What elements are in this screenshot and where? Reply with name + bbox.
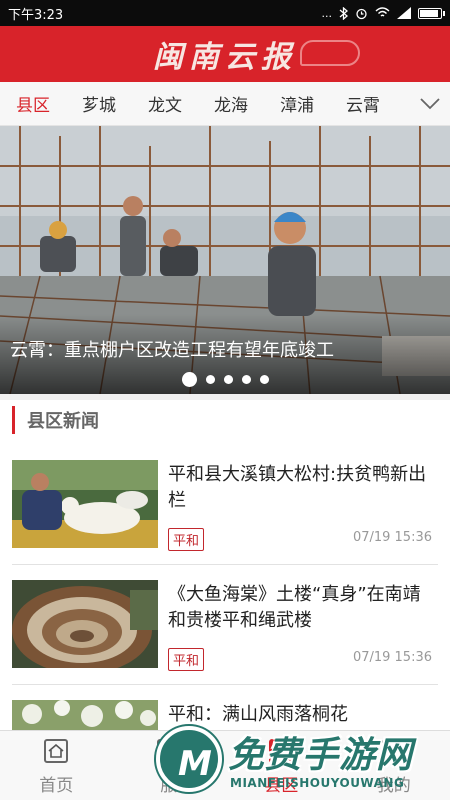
carousel-dot[interactable] <box>259 375 269 384</box>
channel-tabs: 县区 芗城 龙文 龙海 漳浦 云霄 <box>0 82 450 126</box>
signal-icon <box>397 7 411 19</box>
carousel-dot[interactable] <box>205 375 215 384</box>
carousel-dot[interactable] <box>223 375 233 384</box>
cloud-ornament-icon <box>300 40 360 66</box>
news-tag[interactable]: 平和 <box>168 528 205 551</box>
home-icon <box>44 739 69 763</box>
watermark-logo-letter: M <box>178 744 212 784</box>
status-time: 下午3:23 <box>8 7 64 23</box>
news-tag[interactable]: 平和 <box>168 648 205 671</box>
watermark-subtext: MIANFEISHOUYOUWANG <box>230 776 405 790</box>
list-divider <box>12 684 438 685</box>
watermark-text: 免费手游网 <box>228 735 414 776</box>
tab-longwen[interactable]: 龙文 <box>132 91 198 116</box>
section-title: 县区新闻 <box>27 411 99 432</box>
tab-zhangpu[interactable]: 漳浦 <box>264 91 330 116</box>
headline-banner[interactable]: 云霄：重点棚户区改造工程有望年底竣工 <box>0 126 450 394</box>
wifi-icon <box>375 7 390 17</box>
list-divider <box>12 564 438 565</box>
news-time: 07/19 15:36 <box>352 530 432 545</box>
news-title[interactable]: 平和县大溪镇大松村:扶贫鸭新出栏 <box>168 462 438 514</box>
tab-yunxiao[interactable]: 云霄 <box>330 91 396 116</box>
more-dots-icon: ... <box>321 6 333 20</box>
tab-xiangcheng[interactable]: 芗城 <box>66 91 132 116</box>
expand-tabs-button[interactable] <box>420 94 440 114</box>
tab-longhai[interactable]: 龙海 <box>198 91 264 116</box>
news-item[interactable]: 平和县大溪镇大松村:扶贫鸭新出栏 平和 07/19 15:36 <box>12 460 438 560</box>
nav-home-label: 首页 <box>39 776 74 796</box>
nav-home[interactable]: 首页 <box>0 731 113 800</box>
carousel-dot[interactable] <box>241 375 251 384</box>
brand-logo-title: 闽南云报 <box>153 40 297 75</box>
battery-icon <box>418 7 445 19</box>
site-watermark: M 免费手游网 MIANFEISHOUYOUWANG <box>150 716 450 800</box>
news-item[interactable]: 《大鱼海棠》土楼“真身”在南靖和贵楼平和绳武楼 平和 07/19 15:36 <box>12 580 438 680</box>
section-separator <box>0 394 450 400</box>
banner-caption: 云霄：重点棚户区改造工程有望年底竣工 <box>10 340 334 361</box>
status-icons: ... <box>321 6 445 20</box>
carousel-dot-active[interactable] <box>181 372 197 387</box>
watermark-logo-icon: M <box>156 726 222 792</box>
section-header: 县区新闻 <box>12 406 99 434</box>
news-title[interactable]: 《大鱼海棠》土楼“真身”在南靖和贵楼平和绳武楼 <box>168 582 438 634</box>
bluetooth-icon <box>339 6 348 20</box>
brand-header: 闽南云报 <box>0 26 450 82</box>
alarm-icon <box>356 8 367 19</box>
chevron-down-icon <box>420 98 440 110</box>
news-thumbnail-tulou <box>12 580 158 668</box>
carousel-indicator <box>0 372 450 387</box>
tab-county[interactable]: 县区 <box>0 91 66 116</box>
status-bar: 下午3:23 ... <box>0 0 450 26</box>
news-thumbnail-ducks <box>12 460 158 548</box>
news-time: 07/19 15:36 <box>352 650 432 665</box>
